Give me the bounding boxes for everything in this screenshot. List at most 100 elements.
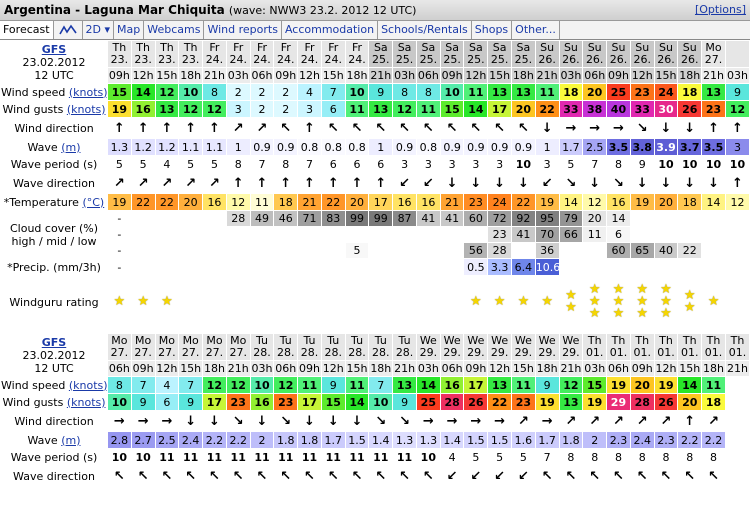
wave-height-text: 2.3 [609,433,628,447]
cloud-value [392,226,417,243]
day-header: Th 23. [178,40,204,68]
cloud-text: 41 [421,212,436,225]
hour-header: 21h [558,360,584,377]
wave-period-text: 3 [401,157,409,171]
tab-shops[interactable]: Shops [472,21,513,39]
wave-direction-arrow-icon: ↖ [161,468,173,484]
wave-period-value: 11 [297,448,322,466]
wave-height-value: 3.9 [653,138,679,156]
temperature-unit-link[interactable]: (°C) [82,196,104,209]
wave-direction-arrow-icon: ↓ [517,175,529,191]
wind-speed-value: 9 [320,376,346,394]
wave-direction-cell: ↑ [344,172,370,194]
wind-speed-unit-link[interactable]: (knots) [69,379,107,392]
wave-height-value: 1.8 [297,431,322,449]
wave-period-value: 3 [392,155,417,173]
wind-speed-unit-link[interactable]: (knots) [69,86,107,99]
wave-direction-arrow-icon: ↓ [494,175,506,191]
cloud-value: 22 [677,242,703,259]
wind-direction-arrow-icon: ↘ [232,413,244,429]
hour-label: 15h [180,362,202,375]
tab-other[interactable]: Other... [512,21,560,39]
model-run-date: 23.02.2012 [22,55,86,69]
wind-gusts-unit-link[interactable]: (knots) [67,396,106,409]
day-header: Tu 28. [273,333,299,361]
wave-period-value: 11 [225,448,251,466]
tab-wind-reports[interactable]: Wind reports [204,21,282,39]
wave-period-text: 4 [448,450,456,464]
wind-speed-value: 10 [178,83,204,101]
cloud-value [249,242,275,259]
rating-stars: ★ [489,295,511,308]
wave-height-text: 0.9 [253,140,271,154]
wave-direction-arrow-icon: ↖ [613,468,624,484]
hour-label: 18h [370,362,392,375]
model-run-time: 12 UTC [34,361,74,375]
graph-icon[interactable] [54,21,83,39]
wave-height-text: 1.5 [467,433,485,447]
wind-speed-text: 19 [610,378,627,392]
tab-webcams[interactable]: Webcams [144,21,205,39]
wave-direction-arrow-icon: ↖ [113,468,125,484]
wind-gusts-text: 9 [187,395,195,409]
wind-speed-text: 8 [210,85,218,99]
rating-cell [368,275,394,329]
tab-forecast[interactable]: Forecast [0,21,54,39]
wave-height-value: 0.9 [392,138,417,156]
wind-gusts-text: 28 [444,395,460,409]
precip-value: 6.4 [511,258,536,276]
wave-direction-cell: ↙ [463,465,489,487]
wind-direction-cell: ↑ [677,410,703,432]
hour-header: 15h [677,360,703,377]
wind-gusts-unit-link[interactable]: (knots) [67,103,106,116]
wave-height-text: 1.3 [395,433,414,447]
wind-speed-value: 12 [225,376,251,394]
wind-gusts-value: 11 [415,100,441,118]
wind-gusts-text: 18 [705,395,722,409]
wind-direction-cell: → [415,410,441,432]
wave-direction-arrow-icon: ↓ [684,175,696,191]
wave-height-value: 3.8 [629,138,655,156]
wind-gusts-text: 6 [329,102,337,116]
cloud-cover-title: Cloud cover (%) [9,221,99,235]
wind-direction-arrow-icon: ↖ [446,120,458,136]
wave-direction-cell: ↖ [297,465,322,487]
wind-gusts-value: 19 [107,100,132,118]
wind-direction-cell: → [463,410,489,432]
wind-gusts-text: 22 [539,102,555,116]
wave-height-unit-link[interactable]: (m) [61,434,80,447]
wave-direction-cell: ↖ [677,465,703,487]
wind-direction-arrow-icon: ↓ [684,120,696,136]
wave-height-text: 1.3 [110,140,129,154]
wave-height-value: 2.5 [154,431,180,449]
star-icon: ★ [636,306,649,321]
wave-height-value: 2.3 [606,431,631,449]
precip-value [701,258,726,276]
wind-gusts-value: 14 [344,393,370,411]
hour-label: 21h [560,362,582,375]
rating-label: Windguru rating [0,275,108,329]
tab-schools-rentals[interactable]: Schools/Rentals [378,21,472,39]
hour-header: 21h [701,67,726,84]
model-link[interactable]: GFS [42,336,66,349]
wave-period-value: 6 [368,155,394,173]
wind-direction-cell: ↓ [653,117,679,139]
wave-direction-arrow-icon: ↖ [422,468,434,484]
day-header: We 29. [511,333,536,361]
wave-height-unit-link[interactable]: (m) [61,141,80,154]
cloud-text: 65 [635,244,650,257]
wind-speed-text: 17 [468,378,484,392]
wind-speed-text: 18 [563,85,579,99]
tab-accommodation[interactable]: Accommodation [282,21,379,39]
hour-label: 21h [726,362,748,375]
precip-value [415,258,441,276]
wave-direction-arrow-icon: ↑ [327,175,339,191]
rating-cell [178,275,204,329]
wind-speed-value: 14 [130,83,156,101]
options-link[interactable]: [Options] [695,0,746,20]
tab-map[interactable]: Map [114,21,145,39]
hour-header: 18h [511,67,536,84]
model-link[interactable]: GFS [42,43,66,56]
hour-label: 12h [132,69,154,82]
tab-2d-dropdown[interactable]: 2D ▾ [83,21,115,39]
